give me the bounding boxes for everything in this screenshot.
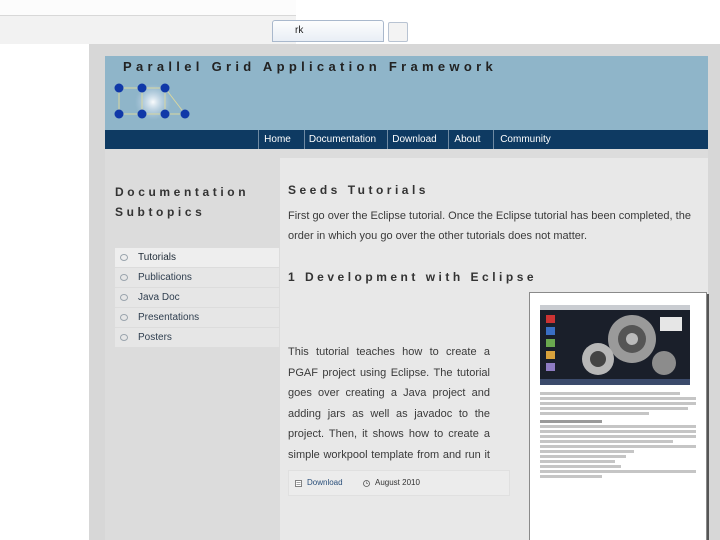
web-page: Parallel Grid Application Framework Home… [89,44,720,540]
sidebar-item-label: Presentations [138,312,200,323]
bullet-icon [120,314,128,321]
screenshot-thumbnail-image [540,305,690,385]
sidebar-title-line2: Subtopics [115,205,206,219]
nav-about[interactable]: About [448,130,486,149]
sidebar-title: Documentation Subtopics [115,182,249,222]
tutorial-document-thumbnail[interactable] [529,292,707,540]
sidebar-title-line1: Documentation [115,185,250,199]
intro-paragraph: First go over the Eclipse tutorial. Once… [288,210,691,242]
nav-home[interactable]: Home [258,130,296,149]
bullet-icon [120,274,128,281]
browser-tab[interactable]: rk [272,20,384,42]
sidebar-item-label: Java Doc [138,292,180,303]
sidebar-item-label: Posters [138,332,172,343]
tutorial-description: This tutorial teaches how to create a PG… [288,346,490,481]
nav-download[interactable]: Download [387,130,441,149]
download-link[interactable]: Download [307,471,343,495]
sidebar-item-java-doc[interactable]: Java Doc [115,288,279,307]
sidebar-item-posters[interactable]: Posters [115,328,279,347]
sidebar-item-publications[interactable]: Publications [115,268,279,287]
new-tab-button[interactable] [388,22,408,42]
sidebar-item-label: Tutorials [138,252,176,263]
site-title: Parallel Grid Application Framework [123,59,497,74]
sidebar-nav-list: Tutorials Publications Java Doc Presenta… [115,248,279,348]
sidebar: Documentation Subtopics Tutorials Public… [105,158,280,540]
nav-community[interactable]: Community [493,130,557,149]
bullet-icon [120,254,128,261]
site-header: Parallel Grid Application Framework [105,56,708,130]
nav-documentation[interactable]: Documentation [304,130,380,149]
browser-tab-title: rk [295,25,304,36]
tutorial-footer: Download August 2010 [288,470,510,496]
sidebar-item-presentations[interactable]: Presentations [115,308,279,327]
document-icon [295,480,302,487]
main-content: Seeds Tutorials First go over the Eclips… [280,158,708,540]
clock-icon [363,480,370,487]
publish-date: August 2010 [375,478,420,487]
page-container: Parallel Grid Application Framework Home… [105,56,708,540]
sidebar-item-tutorials[interactable]: Tutorials [115,248,279,267]
bullet-icon [120,334,128,341]
sidebar-item-label: Publications [138,272,192,283]
page-title: Seeds Tutorials [288,183,429,197]
browser-toolbar [0,0,296,16]
main-navbar: Home Documentation Download About Commun… [105,130,708,149]
tab-strip [0,16,296,44]
section-heading: 1 Development with Eclipse [288,270,538,284]
grid-logo-icon [114,83,190,120]
bullet-icon [120,294,128,301]
